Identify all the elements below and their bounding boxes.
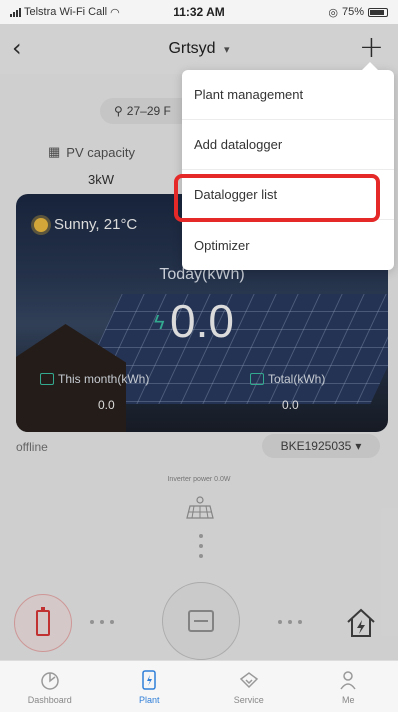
month-energy-value: 0.0 <box>98 398 115 412</box>
home-grid-icon[interactable] <box>344 606 378 640</box>
battery-icon <box>36 607 50 636</box>
chevron-down-icon: ▾ <box>224 44 230 56</box>
status-bar: Telstra Wi-Fi Call ◠ 11:32 AM ◎ 75% <box>0 0 398 24</box>
tab-service[interactable]: Service <box>199 661 299 712</box>
today-energy-value: 0.0 <box>170 295 234 347</box>
date-range-label: 27–29 F <box>126 104 171 118</box>
menu-item-plant-management[interactable]: Plant management <box>182 70 394 120</box>
inverter-icon <box>188 610 214 632</box>
status-badge: offline <box>16 440 48 454</box>
battery-button[interactable] <box>14 594 72 652</box>
plant-selector[interactable]: Grtsyd ▾ <box>168 40 229 58</box>
tab-dashboard[interactable]: Dashboard <box>0 661 100 712</box>
tab-bar: Dashboard Plant Service Me <box>0 660 398 712</box>
add-menu: Plant management Add datalogger Datalogg… <box>182 62 394 270</box>
bar-chart-icon <box>250 373 264 385</box>
add-button[interactable]: + <box>359 30 384 65</box>
tab-label: Dashboard <box>27 694 72 705</box>
total-energy-value: 0.0 <box>282 398 299 412</box>
plant-icon <box>142 669 156 690</box>
device-serial: BKE1925035 <box>280 439 352 453</box>
total-energy: Total(kWh) <box>250 372 325 386</box>
flow-dots-right <box>278 620 302 624</box>
pv-panel-icon: ▦ <box>48 144 61 159</box>
month-energy: This month(kWh) <box>40 372 149 386</box>
calendar-icon <box>40 373 54 385</box>
weather: Sunny, 21°C <box>34 216 137 233</box>
tab-plant[interactable]: Plant <box>100 661 200 712</box>
month-energy-label: This month(kWh) <box>58 372 150 386</box>
sun-icon <box>34 217 48 232</box>
me-icon <box>340 670 356 689</box>
service-icon <box>239 671 258 688</box>
tab-me[interactable]: Me <box>299 661 398 712</box>
tab-label: Plant <box>138 694 160 705</box>
page-title: Grtsyd <box>168 40 216 57</box>
plus-icon: + <box>358 30 384 65</box>
solar-panel-icon <box>186 496 214 519</box>
chevron-left-icon: ‹ <box>12 34 22 62</box>
total-energy-label: Total(kWh) <box>268 372 326 386</box>
pv-capacity-value: 3kW <box>88 172 114 187</box>
back-button[interactable]: ‹ <box>12 34 22 62</box>
inverter-power-label: Inverter power 0.0W <box>167 476 231 483</box>
flow-dots-left <box>90 620 114 624</box>
flow-dots-vertical <box>199 534 203 558</box>
location-pin-icon: ⚲ <box>114 104 123 118</box>
weather-label: Sunny, 21°C <box>54 216 138 233</box>
clock: 11:32 AM <box>173 5 225 19</box>
tab-label: Me <box>341 694 355 705</box>
pv-capacity-label: PV capacity <box>66 144 135 160</box>
device-selector[interactable]: BKE1925035 ▾ <box>262 434 380 458</box>
menu-item-optimizer[interactable]: Optimizer <box>182 220 394 270</box>
chevron-down-icon: ▾ <box>355 439 362 453</box>
nav-bar: ‹ Grtsyd ▾ + <box>0 24 398 74</box>
pv-capacity: ▦ PV capacity <box>48 144 135 160</box>
menu-item-add-datalogger[interactable]: Add datalogger <box>182 120 394 170</box>
inverter-button[interactable] <box>162 582 240 660</box>
menu-item-datalogger-list[interactable]: Datalogger list <box>182 170 394 220</box>
tab-label: Service <box>233 694 264 705</box>
battery-icon <box>368 7 388 17</box>
dashboard-icon <box>41 671 59 690</box>
